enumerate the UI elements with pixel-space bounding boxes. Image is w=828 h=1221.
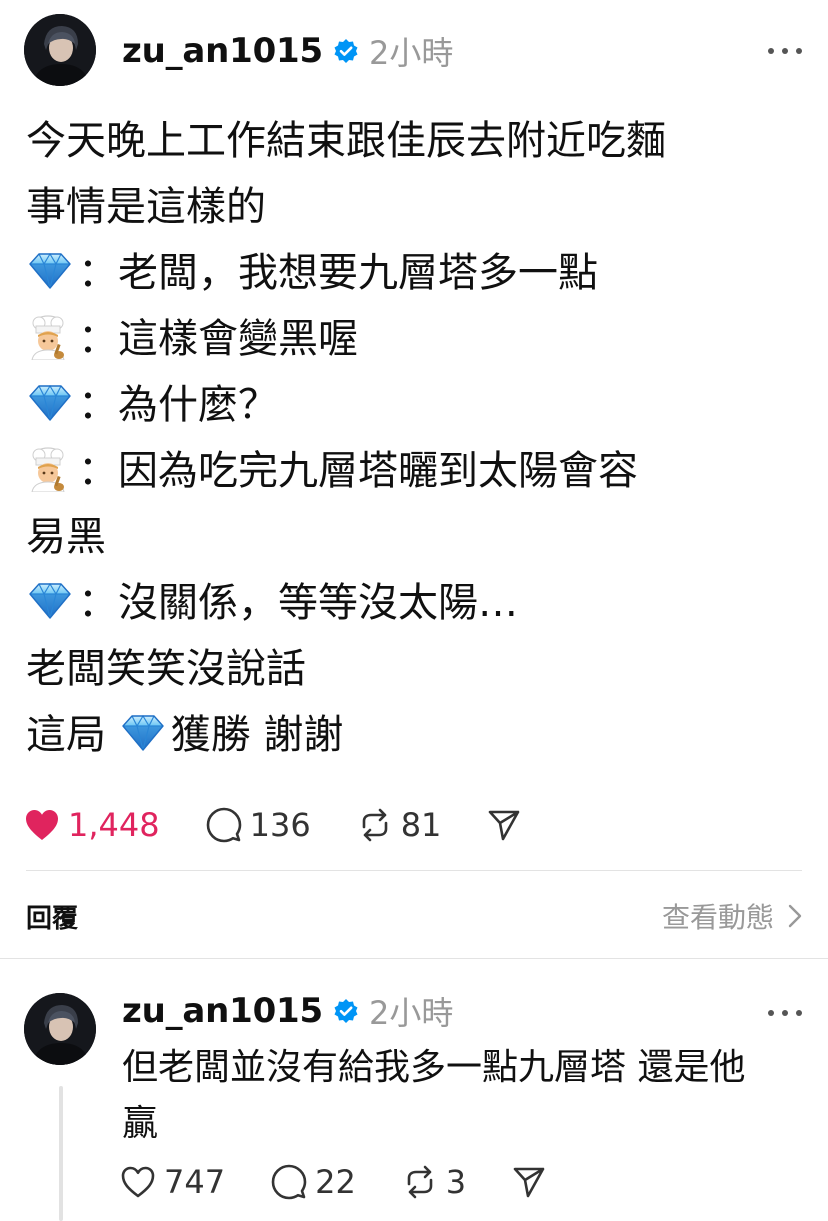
reply-header: zu_an1015 2小時 — [122, 988, 453, 1034]
like-button[interactable]: 1,448 — [24, 806, 160, 844]
reply-timestamp: 2小時 — [368, 994, 454, 1032]
comment-count: 22 — [315, 1163, 356, 1201]
gem-emoji-icon — [26, 377, 74, 421]
verified-badge-icon — [333, 38, 359, 64]
avatar-image — [24, 993, 96, 1065]
reply-text: 但老闆並沒有給我多一點九層塔 還是他 贏 — [122, 1040, 802, 1152]
share-button[interactable] — [512, 1165, 554, 1199]
divider — [26, 870, 802, 871]
comment-bubble-icon — [206, 807, 241, 843]
post-line: ：沒關係，等等沒太陽… — [26, 570, 816, 636]
replies-header: 回覆 查看動態 — [26, 888, 802, 944]
view-activity-label: 查看動態 — [661, 901, 774, 934]
post-line: 今天晚上工作結束跟佳辰去附近吃麵 — [26, 118, 666, 164]
repost-icon — [407, 1165, 433, 1199]
post-line: 老闆笑笑沒說話 — [26, 646, 306, 692]
post-header: zu_an1015 2小時 — [122, 28, 453, 74]
gem-emoji-icon — [26, 245, 74, 289]
comment-bubble-icon — [271, 1164, 307, 1200]
repost-count: 3 — [445, 1163, 467, 1201]
post-actions: 1,448 136 81 — [24, 806, 575, 844]
chevron-right-icon — [788, 904, 802, 928]
comment-button[interactable]: 22 — [271, 1163, 356, 1201]
like-count: 747 — [164, 1163, 226, 1201]
reply-username[interactable]: zu_an1015 — [122, 991, 323, 1031]
repost-button[interactable]: 3 — [402, 1163, 466, 1201]
post-timestamp: 2小時 — [368, 34, 454, 72]
reply-avatar[interactable] — [24, 993, 96, 1065]
like-button[interactable]: 747 — [120, 1163, 225, 1201]
reply-actions: 747 22 3 — [120, 1163, 600, 1201]
post-line: ：這樣會變黑喔 — [26, 306, 816, 372]
post-line: ：為什麼？ — [26, 372, 816, 438]
post-line: 事情是這樣的 — [26, 184, 266, 230]
repost-icon — [362, 808, 387, 842]
more-dots-icon[interactable] — [768, 45, 802, 57]
repost-count: 81 — [400, 806, 442, 844]
repost-button[interactable]: 81 — [357, 806, 442, 844]
send-icon — [513, 1167, 545, 1198]
view-activity-link[interactable]: 查看動態 — [662, 896, 802, 936]
share-button[interactable] — [487, 808, 529, 842]
reply-line: 贏 — [122, 1103, 159, 1144]
post-text: 今天晚上工作結束跟佳辰去附近吃麵 事情是這樣的 ：老闆，我想要九層塔多一點 ：這… — [26, 108, 816, 768]
gem-emoji-icon — [26, 575, 74, 619]
comment-button[interactable]: 136 — [206, 806, 311, 844]
post-line: 這局 獲勝 謝謝 — [26, 702, 816, 768]
chef-emoji-icon — [26, 314, 70, 361]
verified-badge-icon — [333, 998, 359, 1024]
post-line: ：因為吃完九層塔曬到太陽會容 — [26, 438, 816, 504]
thread-line — [59, 1086, 63, 1221]
username[interactable]: zu_an1015 — [122, 31, 323, 71]
heart-icon — [26, 810, 58, 840]
heart-icon — [121, 1166, 155, 1198]
section-divider — [0, 958, 828, 959]
post-line: 易黑 — [26, 514, 106, 560]
avatar-image — [24, 14, 96, 86]
more-dots-icon[interactable] — [768, 1007, 802, 1019]
avatar[interactable] — [24, 14, 96, 86]
reply-line: 但老闆並沒有給我多一點九層塔 還是他 — [122, 1047, 746, 1088]
send-icon — [489, 810, 520, 841]
like-count: 1,448 — [68, 806, 160, 844]
chef-emoji-icon — [26, 446, 70, 493]
gem-emoji-icon — [119, 707, 167, 751]
comment-count: 136 — [249, 806, 311, 844]
replies-title: 回覆 — [26, 903, 79, 934]
post-line: ：老闆，我想要九層塔多一點 — [26, 240, 816, 306]
